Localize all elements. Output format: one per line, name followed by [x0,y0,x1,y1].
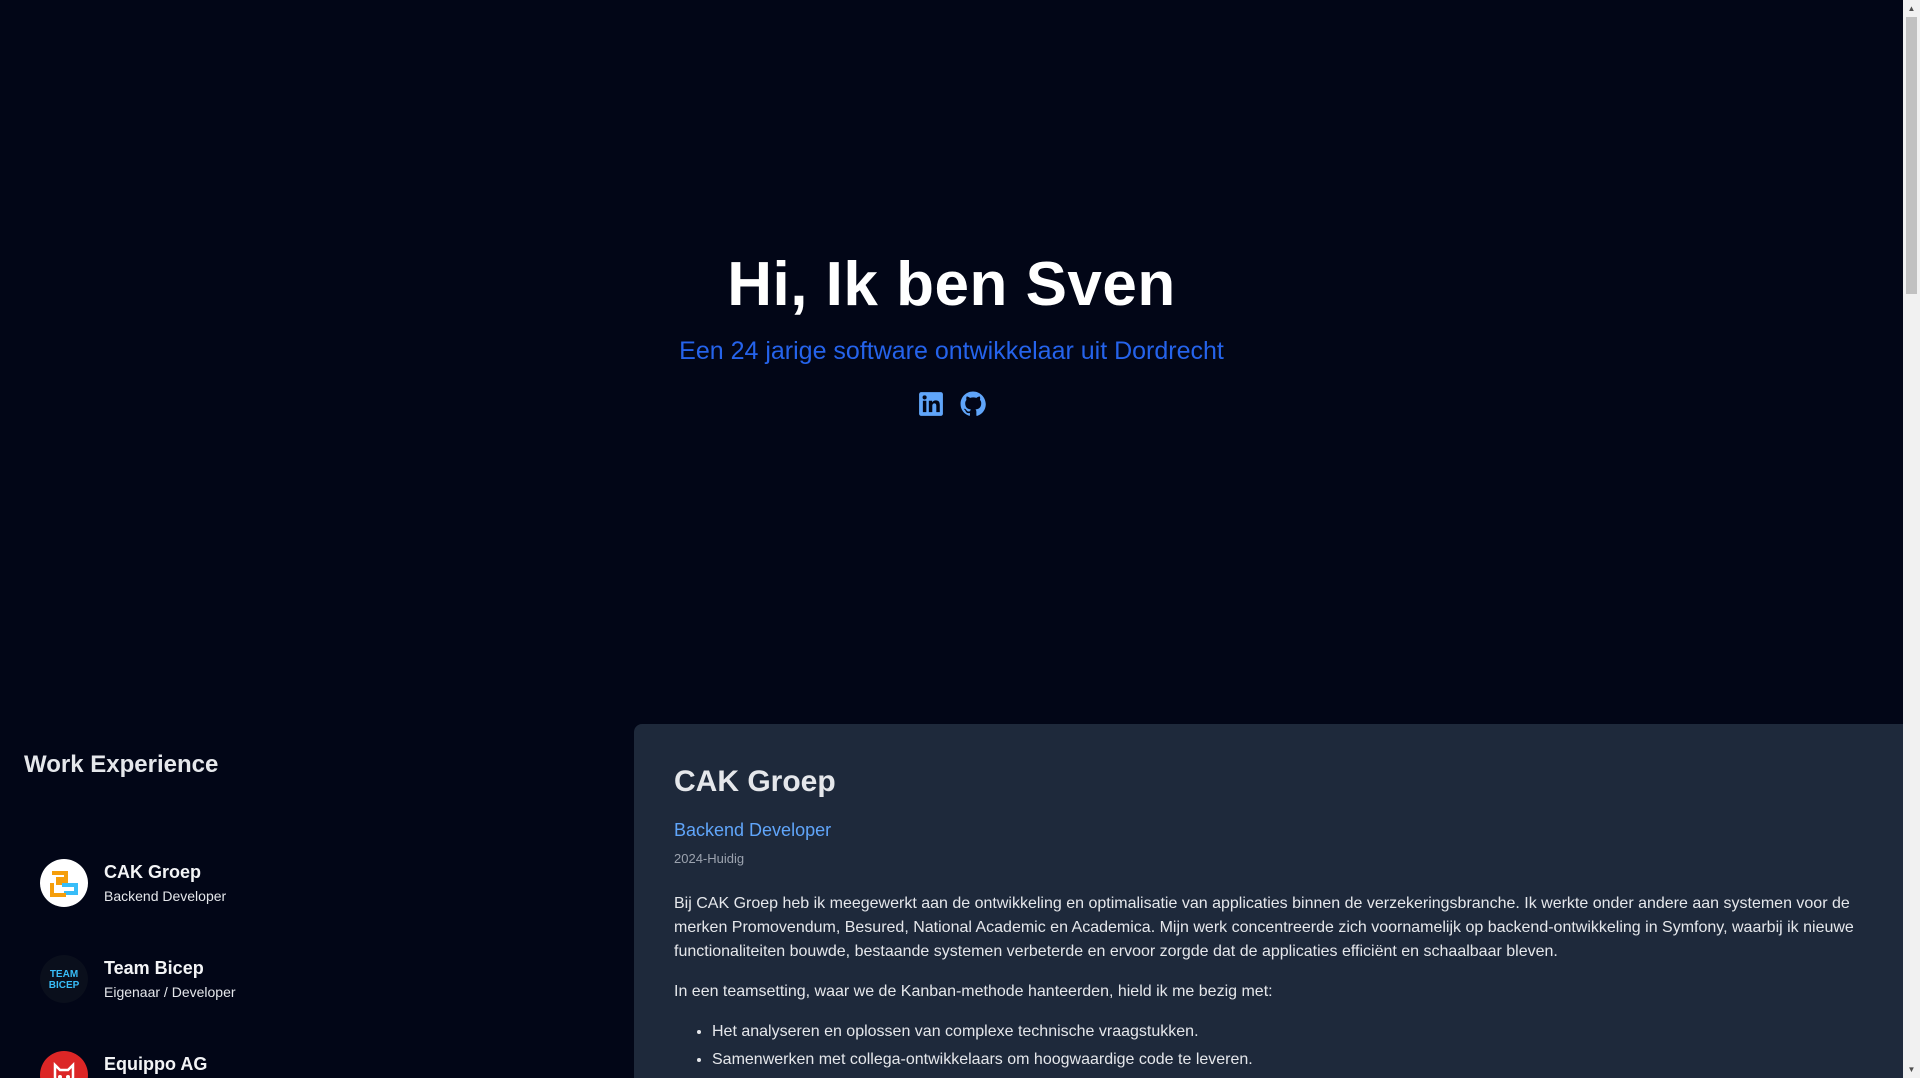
page: Hi, Ik ben Sven Een 24 jarige software o… [0,0,1920,1078]
detail-paragraph: In een teamsetting, waar we de Kanban-me… [674,983,1273,1000]
job-detail-panel: CAK Groep Backend Developer 2024-Huidig … [634,724,1903,1078]
linkedin-icon [918,392,943,416]
detail-date: 2024-Huidig [674,851,745,866]
svg-text:TEAM: TEAM [50,969,78,980]
hero-title: Hi, Ik ben Sven [727,250,1176,319]
work-experience-heading: Work Experience [24,751,219,778]
job-name: CAK Groep [104,861,202,882]
hero-subtitle: Een 24 jarige software ontwikkelaar uit … [679,337,1224,365]
scroll-down-arrow-icon[interactable]: ▼ [1903,1061,1920,1078]
list-item: Samenwerken met collega-ontwikkelaars om… [712,1046,1863,1074]
hero-section: Hi, Ik ben Sven Een 24 jarige software o… [0,0,1903,720]
work-experience-section: Work Experience CAK Groep Backend Develo… [0,724,634,1078]
linkedin-link[interactable] [918,391,944,417]
team-bicep-logo: TEAM BICEP [40,955,88,1003]
detail-list: Het analyseren en oplossen van complexe … [712,1018,1863,1074]
job-role: Backend Developer [104,887,227,904]
github-icon [960,391,986,416]
job-name: Equippo AG [104,1053,208,1074]
equippo-ag-logo-icon [53,1061,75,1078]
scrollbar-thumb[interactable] [1906,17,1917,294]
equippo-ag-logo [40,1051,88,1078]
job-item-team-bicep[interactable]: TEAM BICEP Team Bicep Eigenaar / Develop… [24,939,584,1019]
team-bicep-logo-icon: TEAM BICEP [49,969,80,991]
job-role: Eigenaar / Developer [104,983,236,1000]
job-item-cak-groep[interactable]: CAK Groep Backend Developer [24,843,584,923]
vertical-scrollbar[interactable]: ▲ ▼ [1903,0,1920,1078]
detail-paragraph: Bij CAK Groep heb ik meegewerkt aan de o… [674,895,1854,960]
svg-text:BICEP: BICEP [49,980,80,991]
job-name: Team Bicep [104,957,204,978]
cak-groep-logo-icon [50,871,78,897]
list-item: Het analyseren en oplossen van complexe … [712,1018,1863,1046]
detail-title: CAK Groep [674,765,836,798]
social-links [918,391,986,417]
github-link[interactable] [960,391,986,417]
job-item-equippo-ag[interactable]: Equippo AG Full Stack Developer [24,1035,584,1078]
cak-groep-logo [40,859,88,907]
scroll-up-arrow-icon[interactable]: ▲ [1903,0,1920,17]
detail-role: Backend Developer [674,820,832,840]
